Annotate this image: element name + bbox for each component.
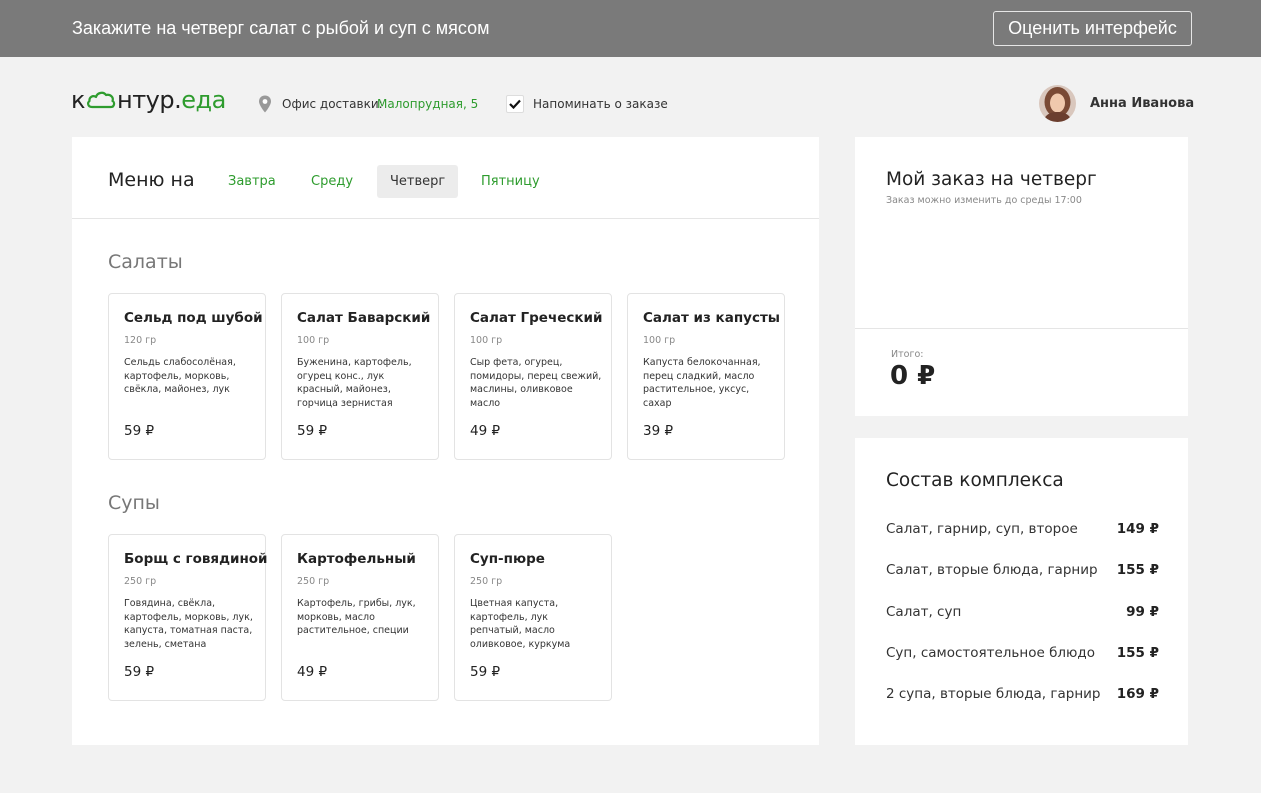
dish-weight: 250 гр bbox=[297, 576, 330, 587]
combo-item[interactable]: Салат, суп 99 ₽ bbox=[886, 602, 1159, 622]
cloud-icon bbox=[87, 91, 116, 109]
dish-name: Салат Греческий bbox=[470, 310, 603, 326]
order-panel: Мой заказ на четверг Заказ можно изменит… bbox=[855, 137, 1188, 416]
combo-name: Салат, суп bbox=[886, 604, 962, 620]
dish-price: 59 ₽ bbox=[124, 423, 155, 439]
checkmark-icon bbox=[509, 99, 521, 109]
dish-description: Капуста белокочанная, перец сладкий, мас… bbox=[643, 357, 761, 409]
combo-name: Суп, самостоятельное блюдо bbox=[886, 645, 1095, 661]
dish-description: Картофель, грибы, лук, морковь, масло ра… bbox=[297, 598, 416, 636]
combo-item[interactable]: Салат, гарнир, суп, второе 149 ₽ bbox=[886, 519, 1159, 539]
dish-card[interactable]: Салат Греческий 100 гр Сыр фета, огурец,… bbox=[454, 293, 612, 460]
logo-middle: нтур. bbox=[117, 86, 182, 114]
user-name[interactable]: Анна Иванова bbox=[1090, 96, 1194, 111]
dish-name: Салат Баварский bbox=[297, 310, 431, 326]
dish-price: 59 ₽ bbox=[470, 664, 501, 680]
dish-description: Сельдь слабосолёная, картофель, морковь,… bbox=[124, 357, 236, 395]
order-deadline-note: Заказ можно изменить до среды 17:00 bbox=[886, 195, 1082, 206]
dish-description: Говядина, свёкла, картофель, морковь, лу… bbox=[124, 598, 253, 650]
order-title: Мой заказ на четверг bbox=[886, 169, 1097, 190]
total-value: 0 ₽ bbox=[890, 361, 936, 391]
dish-card[interactable]: Сельд под шубой 120 гр Сельдь слабосолён… bbox=[108, 293, 266, 460]
dish-name: Картофельный bbox=[297, 551, 416, 567]
dish-name: Борщ с говядиной bbox=[124, 551, 268, 567]
logo-suffix: еда bbox=[181, 86, 226, 114]
dish-price: 39 ₽ bbox=[643, 423, 674, 439]
combo-name: Салат, вторые блюда, гарнир bbox=[886, 562, 1098, 578]
dish-weight: 250 гр bbox=[124, 576, 157, 587]
office-address-link[interactable]: Малопрудная, 5 bbox=[377, 97, 478, 111]
location-pin-icon bbox=[259, 95, 271, 113]
combo-price: 99 ₽ bbox=[1126, 604, 1159, 620]
dish-weight: 120 гр bbox=[124, 335, 157, 346]
menu-header: Меню на Завтра Среду Четверг Пятницу bbox=[72, 137, 819, 219]
combo-price: 155 ₽ bbox=[1116, 645, 1159, 661]
task-text: Закажите на четверг салат с рыбой и суп … bbox=[72, 18, 490, 38]
office-label: Офис доставки: bbox=[282, 97, 383, 111]
dish-card[interactable]: Суп-пюре 250 гр Цветная капуста, картофе… bbox=[454, 534, 612, 701]
dish-description: Сыр фета, огурец, помидоры, перец свежий… bbox=[470, 357, 602, 409]
combo-name: Салат, гарнир, суп, второе bbox=[886, 521, 1078, 537]
dish-weight: 250 гр bbox=[470, 576, 503, 587]
section-title-soups: Супы bbox=[108, 492, 160, 514]
combo-item[interactable]: Салат, вторые блюда, гарнир 155 ₽ bbox=[886, 560, 1159, 580]
combo-price: 155 ₽ bbox=[1116, 562, 1159, 578]
divider bbox=[855, 328, 1188, 329]
dish-description: Буженина, картофель, огурец конс., лук к… bbox=[297, 357, 412, 409]
dish-price: 59 ₽ bbox=[124, 664, 155, 680]
combo-price: 169 ₽ bbox=[1116, 686, 1159, 702]
dish-name: Салат из капусты bbox=[643, 310, 780, 326]
dish-card[interactable]: Борщ с говядиной 250 гр Говядина, свёкла… bbox=[108, 534, 268, 701]
dish-name: Суп-пюре bbox=[470, 551, 545, 567]
dish-card[interactable]: Картофельный 250 гр Картофель, грибы, лу… bbox=[281, 534, 439, 701]
tab-tomorrow[interactable]: Завтра bbox=[215, 165, 289, 198]
tab-friday[interactable]: Пятницу bbox=[468, 165, 553, 198]
dish-price: 49 ₽ bbox=[470, 423, 501, 439]
dish-weight: 100 гр bbox=[643, 335, 676, 346]
avatar[interactable] bbox=[1039, 85, 1076, 122]
remind-label[interactable]: Напоминать о заказе bbox=[533, 97, 668, 111]
dish-price: 59 ₽ bbox=[297, 423, 328, 439]
combo-item[interactable]: 2 супа, вторые блюда, гарнир 169 ₽ bbox=[886, 684, 1159, 704]
dish-description: Цветная капуста, картофель, лук репчатый… bbox=[470, 598, 571, 650]
dish-weight: 100 гр bbox=[297, 335, 330, 346]
combo-price: 149 ₽ bbox=[1116, 521, 1159, 537]
user-photo-icon bbox=[1039, 85, 1076, 122]
logo[interactable]: к нтур. еда bbox=[71, 86, 226, 114]
menu-title: Меню на bbox=[108, 169, 195, 191]
dish-name: Сельд под шубой bbox=[124, 310, 263, 326]
tab-wednesday[interactable]: Среду bbox=[298, 165, 366, 198]
dish-weight: 100 гр bbox=[470, 335, 503, 346]
combo-name: 2 супа, вторые блюда, гарнир bbox=[886, 686, 1101, 702]
combo-panel: Состав комплекса Салат, гарнир, суп, вто… bbox=[855, 438, 1188, 745]
dish-price: 49 ₽ bbox=[297, 664, 328, 680]
rate-interface-button[interactable]: Оценить интерфейс bbox=[993, 11, 1192, 46]
menu-panel: Меню на Завтра Среду Четверг Пятницу Сал… bbox=[72, 137, 819, 745]
tab-thursday[interactable]: Четверг bbox=[377, 165, 459, 198]
remind-checkbox[interactable] bbox=[506, 95, 524, 113]
total-label: Итого: bbox=[891, 349, 924, 360]
dish-card[interactable]: Салат Баварский 100 гр Буженина, картофе… bbox=[281, 293, 439, 460]
dish-card[interactable]: Салат из капусты 100 гр Капуста белокоча… bbox=[627, 293, 785, 460]
combo-title: Состав комплекса bbox=[886, 470, 1064, 491]
combo-item[interactable]: Суп, самостоятельное блюдо 155 ₽ bbox=[886, 643, 1159, 663]
section-title-salads: Салаты bbox=[108, 251, 183, 273]
task-bar: Закажите на четверг салат с рыбой и суп … bbox=[0, 0, 1261, 57]
logo-prefix: к bbox=[71, 86, 86, 114]
